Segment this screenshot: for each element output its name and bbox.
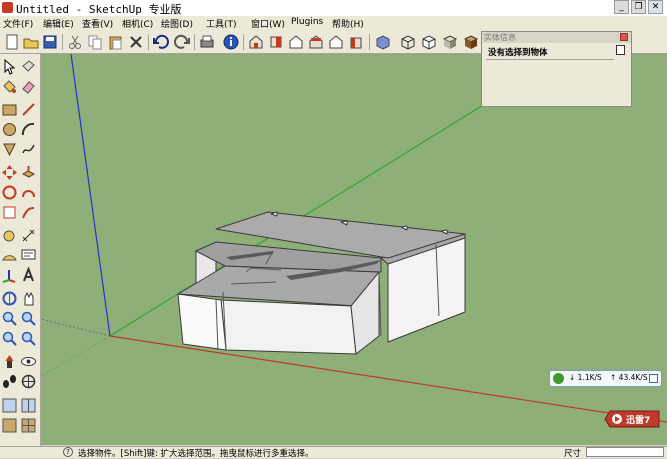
- walk-icon[interactable]: [1, 373, 18, 390]
- circle-icon[interactable]: [1, 121, 18, 138]
- left-toolbar: [0, 54, 41, 446]
- zoom-window-icon[interactable]: [20, 310, 37, 327]
- xunlei-float-badge[interactable]: 迅雷7: [604, 410, 661, 428]
- widget-menu-icon[interactable]: [649, 374, 658, 383]
- xunlei-network-icon: [553, 373, 564, 384]
- menu-file[interactable]: 文件(F): [3, 17, 33, 30]
- rotate-icon[interactable]: [1, 184, 18, 201]
- look-around-icon[interactable]: [20, 353, 37, 370]
- position-camera-icon[interactable]: [1, 353, 18, 370]
- iso-view-icon[interactable]: [247, 33, 265, 51]
- eraser-icon[interactable]: [20, 78, 37, 95]
- menu-view[interactable]: 查看(V): [82, 17, 113, 30]
- download-speed: ↓ 1.1K/S: [569, 373, 602, 382]
- scale-icon[interactable]: [1, 204, 18, 221]
- freehand-icon[interactable]: [20, 141, 37, 158]
- minimize-button[interactable]: _: [614, 0, 629, 14]
- menu-camera[interactable]: 相机(C): [122, 17, 153, 30]
- wireframe-icon[interactable]: [399, 33, 417, 51]
- dimensions-input[interactable]: [586, 447, 664, 457]
- top-view-icon[interactable]: [267, 33, 285, 51]
- status-hint: 选择物件。[Shift]键: 扩大选择范围。拖曳鼠标进行多重选择。: [78, 449, 314, 459]
- entity-info-toggle-button[interactable]: [616, 45, 625, 55]
- menu-plugins[interactable]: Plugins: [291, 17, 323, 27]
- dimensions-label: 尺寸: [564, 449, 582, 459]
- copy-icon[interactable]: [86, 33, 104, 51]
- entity-info-close-icon[interactable]: [620, 33, 628, 41]
- close-button[interactable]: ✕: [648, 0, 663, 14]
- xray-icon[interactable]: [374, 33, 392, 51]
- entity-info-text: 没有选择到物体: [488, 48, 548, 58]
- help-icon[interactable]: ?: [63, 447, 73, 457]
- pan-icon[interactable]: [20, 290, 37, 307]
- polygon-icon[interactable]: [1, 141, 18, 158]
- entity-info-title: 实体信息: [482, 32, 631, 43]
- paint-bucket-icon[interactable]: [1, 78, 18, 95]
- axes-icon[interactable]: [1, 267, 18, 284]
- erase-icon[interactable]: [127, 33, 145, 51]
- back-view-icon[interactable]: [327, 33, 345, 51]
- zoom-icon[interactable]: [1, 310, 18, 327]
- tape-measure-icon[interactable]: [1, 227, 18, 244]
- textured-icon[interactable]: [462, 33, 480, 51]
- menu-window[interactable]: 窗口(W): [251, 17, 285, 30]
- entity-info-panel: 实体信息 没有选择到物体: [481, 31, 632, 107]
- front-view-icon[interactable]: [287, 33, 305, 51]
- menu-edit[interactable]: 编辑(E): [43, 17, 74, 30]
- blue-axis: [70, 54, 111, 337]
- open-icon[interactable]: [22, 33, 40, 51]
- orbit-icon[interactable]: [1, 290, 18, 307]
- move-icon[interactable]: [1, 164, 18, 181]
- xunlei-label: 迅雷7: [626, 416, 651, 426]
- previous-view-icon[interactable]: [20, 330, 37, 347]
- shaded-icon[interactable]: [441, 33, 459, 51]
- undo-icon[interactable]: [152, 33, 170, 51]
- menu-draw[interactable]: 绘图(D): [161, 17, 193, 30]
- section-plane-icon[interactable]: [20, 373, 37, 390]
- select-icon[interactable]: [1, 58, 18, 75]
- push-pull-icon[interactable]: [20, 164, 37, 181]
- cut-icon[interactable]: [66, 33, 84, 51]
- style-2-icon[interactable]: [20, 397, 37, 414]
- network-speed-widget[interactable]: ↓ 1.1K/S ↑ 43.4K/S: [549, 370, 662, 387]
- zoom-extents-icon[interactable]: [1, 330, 18, 347]
- save-icon[interactable]: [41, 33, 59, 51]
- style-4-icon[interactable]: [20, 417, 37, 434]
- new-icon[interactable]: [3, 33, 21, 51]
- paste-icon[interactable]: [107, 33, 125, 51]
- menu-help[interactable]: 帮助(H): [332, 17, 364, 30]
- restore-button[interactable]: ❐: [631, 0, 646, 14]
- upload-speed: ↑ 43.4K/S: [610, 373, 648, 382]
- print-icon[interactable]: [198, 33, 216, 51]
- right-view-icon[interactable]: [307, 33, 325, 51]
- line-icon[interactable]: [20, 101, 37, 118]
- protractor-icon[interactable]: [1, 247, 18, 264]
- redo-icon[interactable]: [173, 33, 191, 51]
- text-icon[interactable]: [20, 247, 37, 264]
- offset-icon[interactable]: [20, 204, 37, 221]
- 3d-text-icon[interactable]: [20, 266, 37, 284]
- dimension-icon[interactable]: [20, 227, 37, 244]
- status-bar: ? 选择物件。[Shift]键: 扩大选择范围。拖曳鼠标进行多重选择。 尺寸: [0, 446, 667, 459]
- arc-icon[interactable]: [20, 121, 37, 138]
- hidden-line-icon[interactable]: [420, 33, 438, 51]
- follow-me-icon[interactable]: [20, 184, 37, 201]
- building-model: [177, 211, 466, 355]
- rectangle-icon[interactable]: [1, 101, 18, 118]
- style-1-icon[interactable]: [1, 397, 18, 414]
- menu-tools[interactable]: 工具(T): [206, 17, 237, 30]
- model-info-icon[interactable]: [222, 33, 240, 51]
- title-bar: Untitled - SketchUp 专业版 _ ❐ ✕: [0, 0, 667, 17]
- left-view-icon[interactable]: [347, 33, 365, 51]
- entity-info-divider: [486, 59, 614, 60]
- menu-bar: 文件(F) 编辑(E) 查看(V) 相机(C) 绘图(D) 工具(T) 窗口(W…: [0, 16, 667, 32]
- app-icon: [2, 2, 13, 13]
- style-3-icon[interactable]: [1, 417, 18, 434]
- make-component-icon[interactable]: [20, 58, 37, 75]
- window-title: Untitled - SketchUp 专业版: [16, 3, 182, 16]
